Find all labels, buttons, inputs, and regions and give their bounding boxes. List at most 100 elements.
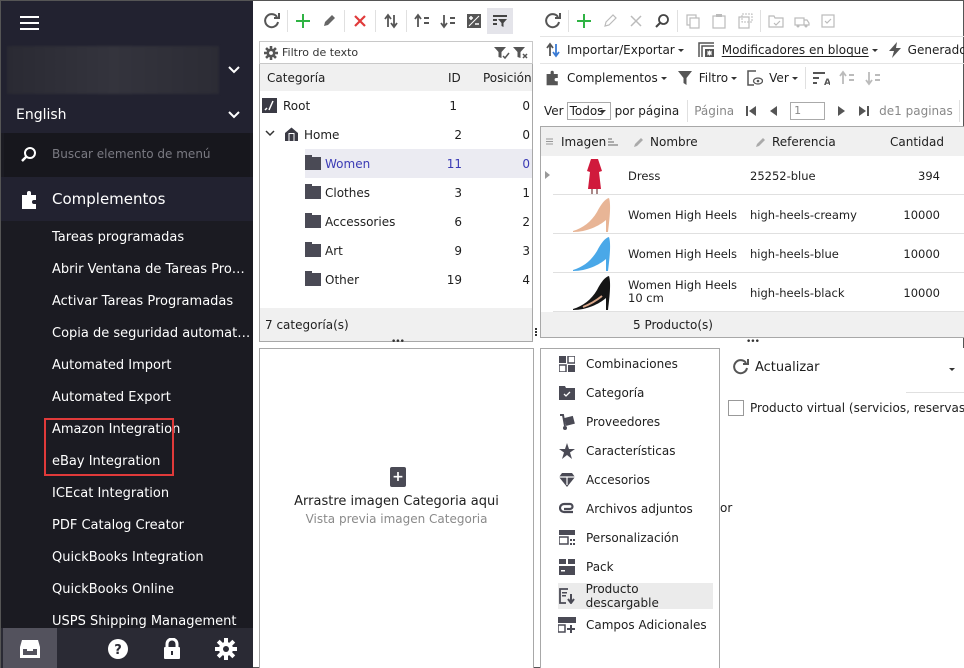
import-export-menu[interactable]: Importar/Exportar [540, 37, 689, 63]
sidebar-item-tareas-programadas[interactable]: Tareas programadas [1, 222, 253, 254]
category-row-art[interactable]: Art 9 3 [260, 236, 532, 265]
refresh-detail-button[interactable]: Actualizar [732, 358, 819, 376]
column-header-position[interactable]: Posición [483, 71, 532, 85]
product-row[interactable]: Dress 25252-blue 394 [553, 156, 964, 195]
category-image-dropzone[interactable]: + Arrastre imagen Categoria aqui Vista p… [259, 348, 534, 668]
filter-menu[interactable]: Filtro [672, 65, 742, 91]
column-header-name[interactable]: Nombre [650, 135, 698, 149]
column-header-reference[interactable]: Referencia [772, 135, 836, 149]
detail-menu-proveedores[interactable]: Proveedores [558, 409, 713, 435]
detail-menu-archivos-adjuntos[interactable]: Archivos adjuntos [558, 496, 713, 522]
generators-menu[interactable]: Generadores [883, 37, 964, 63]
virtual-product-checkbox[interactable] [728, 400, 744, 416]
expand-collapse-button[interactable] [461, 8, 487, 34]
sidebar-item-automated-import[interactable]: Automated Import [1, 350, 253, 382]
category-row-root[interactable]: Root 1 0 [260, 91, 532, 120]
help-button[interactable]: ? [91, 628, 145, 668]
settings-button[interactable] [199, 628, 253, 668]
add-category-button[interactable] [290, 8, 316, 34]
prev-page-button[interactable] [764, 102, 782, 120]
refresh-products-button[interactable] [540, 8, 566, 34]
search-product-button[interactable] [649, 8, 675, 34]
category-row-women[interactable]: Women 11 0 [260, 149, 532, 178]
column-header-image[interactable]: Imagen [561, 135, 606, 149]
first-page-button[interactable] [742, 102, 760, 120]
detail-options-dropdown[interactable] [949, 368, 955, 371]
duplicate-button[interactable] [732, 8, 758, 34]
sidebar-item-quickbooks-online[interactable]: QuickBooks Online [1, 574, 253, 606]
move-down-product-button[interactable] [860, 65, 886, 91]
clear-filter-icon[interactable] [513, 46, 529, 60]
column-header-quantity[interactable]: Cantidad [890, 135, 944, 149]
menu-search-input[interactable]: Buscar elemento de menú [52, 147, 211, 161]
language-selector[interactable]: English [1, 97, 253, 133]
chevron-down-icon[interactable] [227, 108, 241, 122]
sidebar-item-automated-export[interactable]: Automated Export [1, 382, 253, 414]
sidebar-item-pdf-catalog-creator[interactable]: PDF Catalog Creator [1, 510, 253, 542]
per-page-select[interactable]: Todos [566, 102, 611, 120]
hamburger-menu-icon[interactable] [20, 16, 39, 30]
category-row-accessories[interactable]: Accessories 6 2 [260, 207, 532, 236]
detail-menu-combinaciones[interactable]: Combinaciones [558, 351, 713, 377]
detail-menu-accesorios[interactable]: Accesorios [558, 467, 713, 493]
sidebar-item-icecat-integration[interactable]: ICEcat Integration [1, 478, 253, 510]
category-row-home[interactable]: Home 2 0 [260, 120, 532, 149]
check-button[interactable] [815, 8, 841, 34]
store-button[interactable] [3, 628, 57, 668]
last-page-button[interactable] [855, 102, 873, 120]
paste-button[interactable] [706, 8, 732, 34]
copy-button[interactable] [680, 8, 706, 34]
text-filter-input[interactable]: Filtro de texto [282, 46, 358, 59]
menu-search[interactable]: Buscar elemento de menú [4, 133, 250, 177]
filter-toggle-button[interactable] [487, 8, 513, 34]
addons-menu[interactable]: Complementos [540, 65, 672, 91]
vertical-splitter[interactable] [535, 328, 538, 337]
sidebar-item-usps-shipping[interactable]: USPS Shipping Management [1, 606, 253, 628]
account-selector[interactable] [1, 45, 253, 97]
product-row[interactable]: Women High Heels high-heels-creamy 10000 [553, 195, 964, 234]
move-up-button[interactable] [409, 8, 435, 34]
assign-supplier-button[interactable] [789, 8, 815, 34]
next-page-button[interactable] [833, 102, 851, 120]
move-category-button[interactable] [378, 8, 404, 34]
product-row[interactable]: Women High Heels 10 cm high-heels-black … [553, 273, 964, 312]
add-product-button[interactable] [571, 8, 597, 34]
edit-category-button[interactable] [316, 8, 342, 34]
delete-category-button[interactable] [347, 8, 373, 34]
sort-icon[interactable] [608, 138, 618, 146]
sidebar-item-abrir-ventana-tareas[interactable]: Abrir Ventana de Tareas Programadas [1, 254, 253, 286]
refresh-button[interactable] [259, 8, 285, 34]
detail-menu-caracteristicas[interactable]: Características [558, 438, 713, 464]
sidebar-item-quickbooks-integration[interactable]: QuickBooks Integration [1, 542, 253, 574]
move-down-button[interactable] [435, 8, 461, 34]
category-row-other[interactable]: Other 19 4 [260, 265, 532, 294]
apply-filter-icon[interactable] [494, 46, 510, 60]
detail-menu-personalizacion[interactable]: Personalización [558, 525, 713, 551]
detail-menu-categoria[interactable]: Categoría [558, 380, 713, 406]
column-header-id[interactable]: ID [448, 71, 461, 85]
sort-alpha-button[interactable]: A [808, 65, 834, 91]
gear-icon[interactable] [264, 46, 278, 60]
chevron-down-icon[interactable] [265, 130, 275, 138]
lock-button[interactable] [145, 628, 199, 668]
assign-category-button[interactable] [763, 8, 789, 34]
column-chooser-icon[interactable] [546, 138, 553, 145]
sidebar-item-amazon-integration[interactable]: Amazon Integration [1, 414, 253, 446]
move-up-product-button[interactable] [834, 65, 860, 91]
chevron-down-icon[interactable] [227, 63, 241, 77]
sidebar-item-copia-seguridad[interactable]: Copia de seguridad automatizada [1, 318, 253, 350]
delete-product-button[interactable] [623, 8, 649, 34]
sidebar-section-complementos[interactable]: Complementos [1, 177, 253, 221]
sidebar-item-ebay-integration[interactable]: eBay Integration [1, 446, 253, 478]
detail-menu-campos-adicionales[interactable]: Campos Adicionales [558, 612, 713, 638]
edit-product-button[interactable] [597, 8, 623, 34]
horizontal-splitter[interactable]: ••• [391, 338, 405, 347]
product-row[interactable]: Women High Heels high-heels-blue 10000 [553, 234, 964, 273]
detail-menu-pack[interactable]: Pack [558, 554, 713, 580]
column-header-category[interactable]: Categoría [267, 71, 325, 85]
bulk-modifiers-menu[interactable]: Modificadores en bloque [693, 37, 883, 63]
sidebar-item-activar-tareas[interactable]: Activar Tareas Programadas [1, 286, 253, 318]
category-row-clothes[interactable]: Clothes 3 1 [260, 178, 532, 207]
horizontal-splitter[interactable]: ••• [746, 338, 760, 347]
detail-menu-producto-descargable[interactable]: Producto descargable [558, 582, 713, 610]
